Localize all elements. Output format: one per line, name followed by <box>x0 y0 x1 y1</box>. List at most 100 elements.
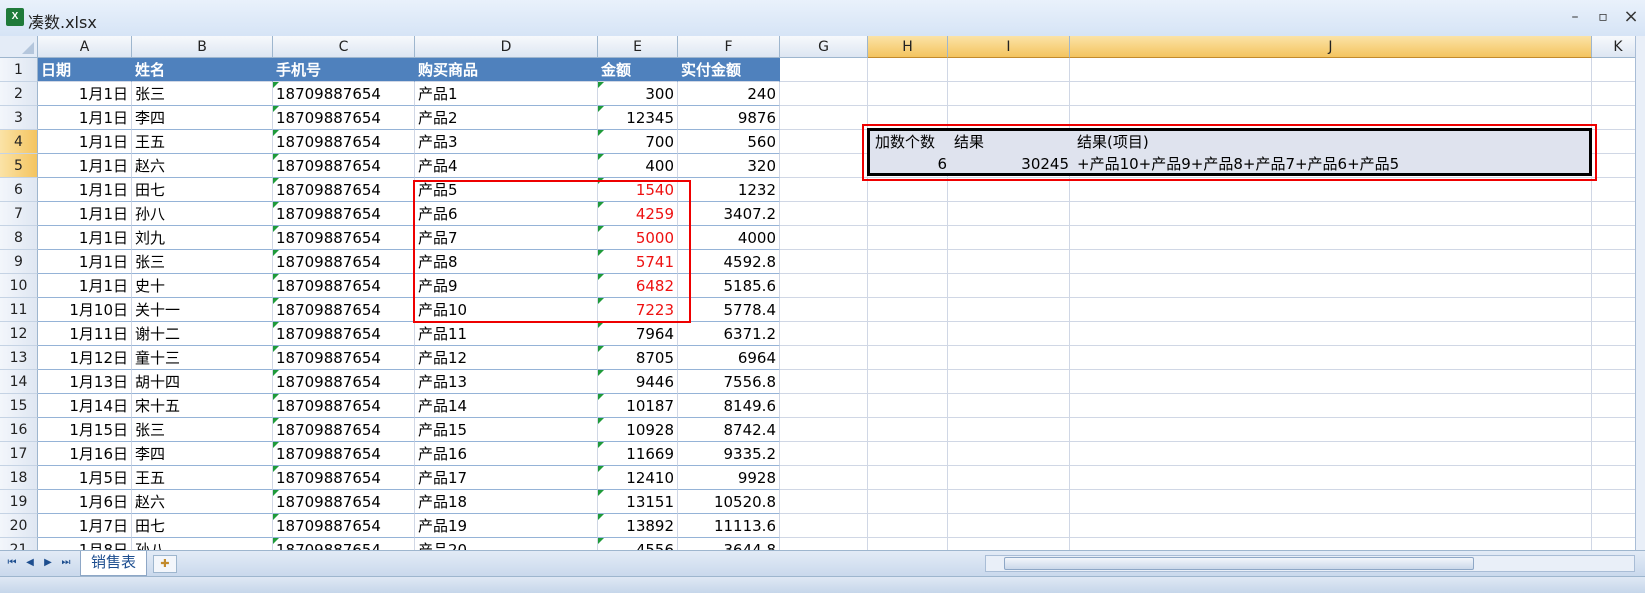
table-cell-date[interactable]: 1月13日 <box>38 370 132 394</box>
table-cell-paid[interactable]: 9876 <box>678 106 780 130</box>
empty-cell[interactable] <box>780 322 868 346</box>
empty-cell[interactable] <box>868 250 948 274</box>
table-cell-amount[interactable]: 12410 <box>598 466 678 490</box>
empty-cell[interactable] <box>948 490 1070 514</box>
column-header-e[interactable]: E <box>598 36 678 58</box>
empty-cell[interactable] <box>780 226 868 250</box>
row-header-18[interactable]: 18 <box>0 466 38 490</box>
row-header-13[interactable]: 13 <box>0 346 38 370</box>
column-header-d[interactable]: D <box>415 36 598 58</box>
table-cell-name[interactable]: 关十一 <box>132 298 273 322</box>
table-cell-amount[interactable]: 9446 <box>598 370 678 394</box>
table-cell-amount[interactable]: 7964 <box>598 322 678 346</box>
empty-cell[interactable] <box>1070 394 1592 418</box>
table-cell-amount[interactable]: 700 <box>598 130 678 154</box>
table-header-cell[interactable]: 日期 <box>38 58 132 82</box>
table-cell-paid[interactable]: 560 <box>678 130 780 154</box>
table-cell-phone[interactable]: 18709887654 <box>273 130 415 154</box>
empty-cell[interactable] <box>780 82 868 106</box>
table-cell-product[interactable]: 产品17 <box>415 466 598 490</box>
empty-cell[interactable] <box>868 418 948 442</box>
empty-cell[interactable] <box>1070 442 1592 466</box>
table-cell-name[interactable]: 李四 <box>132 106 273 130</box>
vertical-scrollbar[interactable] <box>1635 36 1645 550</box>
empty-cell[interactable] <box>868 298 948 322</box>
table-cell-product[interactable]: 产品18 <box>415 490 598 514</box>
empty-cell[interactable] <box>780 490 868 514</box>
result-sum-value[interactable]: 30245 <box>951 153 1072 176</box>
empty-cell[interactable] <box>1070 178 1592 202</box>
table-cell-paid[interactable]: 9928 <box>678 466 780 490</box>
empty-cell[interactable] <box>868 514 948 538</box>
row-header-3[interactable]: 3 <box>0 106 38 130</box>
table-cell-amount[interactable]: 1540 <box>598 178 678 202</box>
empty-cell[interactable] <box>780 298 868 322</box>
table-cell-product[interactable]: 产品13 <box>415 370 598 394</box>
row-header-10[interactable]: 10 <box>0 274 38 298</box>
row-header-17[interactable]: 17 <box>0 442 38 466</box>
table-cell-phone[interactable]: 18709887654 <box>273 394 415 418</box>
column-header-b[interactable]: B <box>132 36 273 58</box>
empty-cell[interactable] <box>868 274 948 298</box>
table-cell-product[interactable]: 产品19 <box>415 514 598 538</box>
table-cell-name[interactable]: 谢十二 <box>132 322 273 346</box>
empty-cell[interactable] <box>1070 322 1592 346</box>
empty-cell[interactable] <box>948 418 1070 442</box>
select-all-button[interactable] <box>0 36 38 58</box>
empty-cell[interactable] <box>780 370 868 394</box>
table-cell-phone[interactable]: 18709887654 <box>273 490 415 514</box>
empty-cell[interactable] <box>868 178 948 202</box>
horizontal-scrollbar[interactable] <box>985 555 1635 572</box>
table-cell-date[interactable]: 1月1日 <box>38 226 132 250</box>
table-cell-paid[interactable]: 3407.2 <box>678 202 780 226</box>
table-cell-amount[interactable]: 8705 <box>598 346 678 370</box>
empty-cell[interactable] <box>780 394 868 418</box>
table-cell-product[interactable]: 产品6 <box>415 202 598 226</box>
row-header-19[interactable]: 19 <box>0 490 38 514</box>
empty-cell[interactable] <box>868 490 948 514</box>
empty-cell[interactable] <box>780 106 868 130</box>
table-cell-amount[interactable]: 10187 <box>598 394 678 418</box>
table-cell-phone[interactable]: 18709887654 <box>273 106 415 130</box>
table-cell-paid[interactable]: 6371.2 <box>678 322 780 346</box>
column-header-h[interactable]: H <box>868 36 948 58</box>
table-cell-product[interactable]: 产品2 <box>415 106 598 130</box>
empty-cell[interactable] <box>868 106 948 130</box>
table-cell-date[interactable]: 1月6日 <box>38 490 132 514</box>
empty-cell[interactable] <box>948 514 1070 538</box>
table-cell-phone[interactable]: 18709887654 <box>273 202 415 226</box>
empty-cell[interactable] <box>780 178 868 202</box>
table-cell-name[interactable]: 赵六 <box>132 490 273 514</box>
table-cell-paid[interactable]: 9335.2 <box>678 442 780 466</box>
table-header-cell[interactable]: 金额 <box>598 58 678 82</box>
table-cell-name[interactable]: 宋十五 <box>132 394 273 418</box>
table-cell-amount[interactable]: 4259 <box>598 202 678 226</box>
table-header-cell[interactable]: 购买商品 <box>415 58 598 82</box>
table-cell-product[interactable]: 产品14 <box>415 394 598 418</box>
row-header-8[interactable]: 8 <box>0 226 38 250</box>
empty-cell[interactable] <box>868 226 948 250</box>
table-cell-date[interactable]: 1月11日 <box>38 322 132 346</box>
minimize-button[interactable]: – <box>1565 8 1585 26</box>
column-header-a[interactable]: A <box>38 36 132 58</box>
column-header-f[interactable]: F <box>678 36 780 58</box>
table-cell-product[interactable]: 产品16 <box>415 442 598 466</box>
result-count-value[interactable]: 6 <box>872 153 950 176</box>
last-sheet-icon[interactable]: ⏭ <box>60 556 72 570</box>
table-cell-phone[interactable]: 18709887654 <box>273 466 415 490</box>
row-header-20[interactable]: 20 <box>0 514 38 538</box>
empty-cell[interactable] <box>948 346 1070 370</box>
empty-cell[interactable] <box>948 202 1070 226</box>
table-cell-paid[interactable]: 5185.6 <box>678 274 780 298</box>
table-cell-amount[interactable]: 13892 <box>598 514 678 538</box>
row-header-5[interactable]: 5 <box>0 154 38 178</box>
table-cell-product[interactable]: 产品5 <box>415 178 598 202</box>
table-cell-phone[interactable]: 18709887654 <box>273 370 415 394</box>
empty-cell[interactable] <box>1070 298 1592 322</box>
table-cell-paid[interactable]: 4592.8 <box>678 250 780 274</box>
table-cell-product[interactable]: 产品8 <box>415 250 598 274</box>
empty-cell[interactable] <box>1070 274 1592 298</box>
table-cell-amount[interactable]: 13151 <box>598 490 678 514</box>
table-cell-paid[interactable]: 11113.6 <box>678 514 780 538</box>
table-cell-product[interactable]: 产品11 <box>415 322 598 346</box>
